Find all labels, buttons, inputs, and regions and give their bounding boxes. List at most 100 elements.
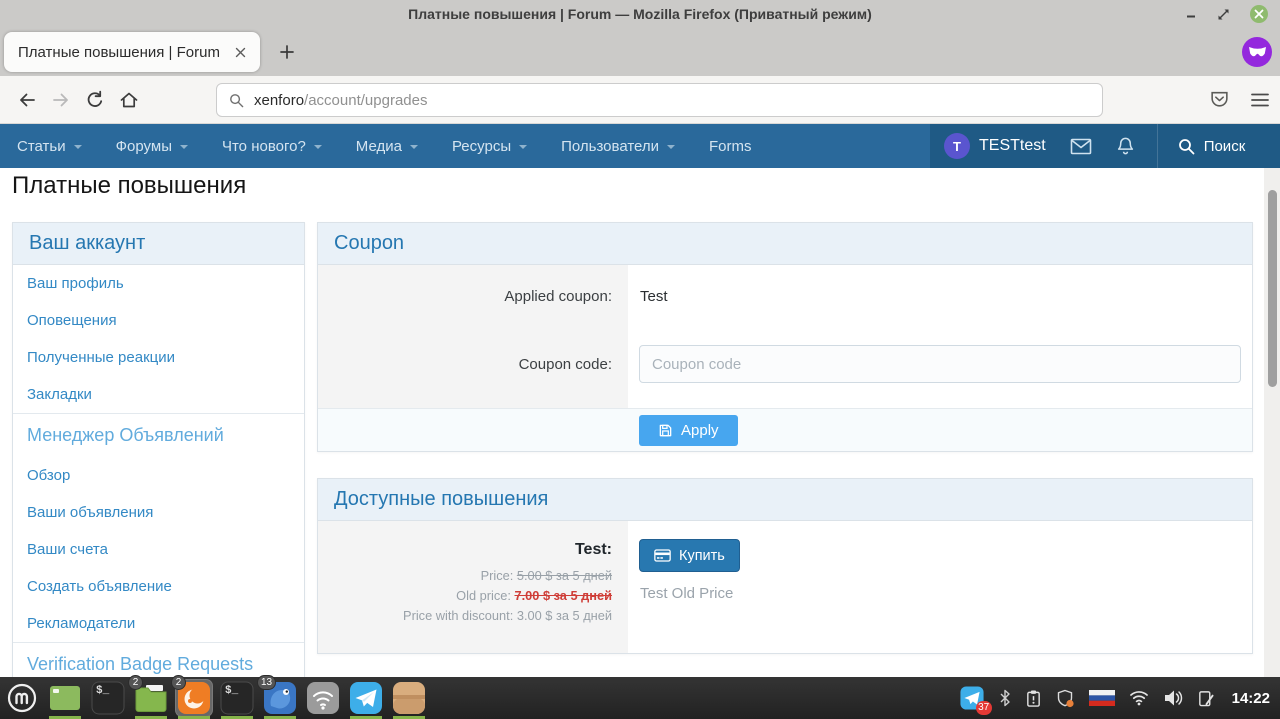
mint-logo-icon [6, 682, 38, 714]
close-icon [1254, 9, 1264, 19]
upgrade-name: Test: [318, 541, 612, 559]
badge: 2 [171, 675, 186, 690]
applied-coupon-value: Test [640, 288, 668, 305]
sidebar-item-your-invoices[interactable]: Ваши счета [13, 531, 304, 568]
sidebar-item-profile[interactable]: Ваш профиль [13, 265, 304, 302]
sidebar-item-advertisers[interactable]: Рекламодатели [13, 605, 304, 642]
nav-item-resources[interactable]: Ресурсы [435, 124, 544, 168]
keyboard-layout-flag[interactable] [1089, 690, 1115, 706]
taskbar-app-chat[interactable]: 13 [262, 680, 298, 716]
taskbar-app-terminal[interactable]: $_ [90, 680, 126, 716]
back-icon [17, 90, 37, 110]
sidebar-item-create-ad[interactable]: Создать объявление [13, 568, 304, 605]
account-sidebar: Ваш аккаунт Ваш профиль Оповещения Получ… [12, 222, 305, 677]
taskbar-app-firefox[interactable]: 2 [176, 680, 212, 716]
security-shield-button[interactable] [1056, 689, 1075, 708]
restore-button[interactable] [1217, 8, 1230, 21]
buy-button[interactable]: Купить [639, 539, 740, 572]
tab-close-button[interactable] [228, 40, 252, 64]
coupon-body: Applied coupon: Test Coupon code: [318, 265, 1252, 408]
menu-button[interactable] [1250, 92, 1270, 108]
nav-item-forms[interactable]: Forms [692, 124, 769, 168]
scrollbar-thumb[interactable] [1268, 190, 1277, 387]
nav-item-media[interactable]: Медиа [339, 124, 435, 168]
forward-button[interactable] [44, 83, 78, 117]
private-browsing-icon [1242, 37, 1272, 67]
forum-navbar: Статьи Форумы Что нового? Медиа Ресурсы … [0, 124, 1280, 168]
alerts-button[interactable] [1116, 136, 1135, 157]
apply-button[interactable]: Apply [639, 415, 738, 446]
russian-flag-icon [1089, 690, 1115, 706]
url-bar[interactable]: xenforo/account/upgrades [216, 83, 1103, 117]
upgrades-block: Доступные повышения Test: Price: 5.00 $ … [317, 478, 1253, 654]
url-text: xenforo/account/upgrades [254, 92, 427, 109]
new-tab-button[interactable] [274, 39, 300, 65]
discount-value: 3.00 $ за 5 дней [517, 608, 612, 623]
sidebar-item-reactions[interactable]: Полученные реакции [13, 339, 304, 376]
coupon-code-input[interactable] [639, 345, 1241, 383]
search-icon [1178, 138, 1195, 155]
speaker-icon [1163, 689, 1183, 707]
sidebar-subheader-verification-badges[interactable]: Verification Badge Requests [13, 642, 304, 677]
wifi-status-button[interactable] [1129, 690, 1149, 706]
sidebar-item-your-ads[interactable]: Ваши объявления [13, 494, 304, 531]
home-button[interactable] [112, 83, 146, 117]
username[interactable]: TESTtest [979, 137, 1046, 155]
chevron-down-icon [410, 145, 418, 149]
taskbar-app-terminal-2[interactable]: $_ [219, 680, 255, 716]
close-button[interactable] [1250, 5, 1268, 23]
screen: Платные повышения | Forum — Mozilla Fire… [0, 0, 1280, 719]
tan-app-icon [391, 680, 427, 716]
green-window-icon [47, 680, 83, 716]
taskbar-app-telegram[interactable] [348, 680, 384, 716]
clipboard-button[interactable] [1025, 689, 1042, 708]
pocket-button[interactable] [1209, 89, 1230, 110]
clipboard-icon [1025, 689, 1042, 708]
coupon-footer: Apply [318, 408, 1252, 451]
discount-label: Price with discount: [403, 608, 513, 623]
search-button[interactable]: Поиск [1157, 124, 1266, 168]
scrollbar-track[interactable] [1264, 168, 1280, 677]
system-tray: 37 14:22 [959, 685, 1280, 711]
window-title: Платные повышения | Forum — Mozilla Fire… [408, 6, 872, 22]
browser-toolbar: xenforo/account/upgrades [0, 76, 1280, 124]
chevron-down-icon [314, 145, 322, 149]
coupon-header: Coupon [318, 223, 1252, 265]
plus-icon [280, 45, 294, 59]
chevron-down-icon [667, 145, 675, 149]
battery-edit-icon [1197, 689, 1214, 708]
sidebar-item-alerts[interactable]: Оповещения [13, 302, 304, 339]
taskbar-app-network[interactable] [305, 680, 341, 716]
price-value: 5.00 $ за 5 дней [517, 568, 612, 583]
inbox-button[interactable] [1070, 138, 1092, 155]
hamburger-icon [1250, 92, 1270, 108]
mint-menu-button[interactable] [4, 680, 40, 716]
taskbar-app-files[interactable]: 2 [133, 680, 169, 716]
telegram-tray-button[interactable]: 37 [959, 685, 985, 711]
taskbar-app-window[interactable] [47, 680, 83, 716]
reload-button[interactable] [78, 83, 112, 117]
volume-button[interactable] [1163, 689, 1183, 707]
nav-item-whats-new[interactable]: Что нового? [205, 124, 339, 168]
page-content: Платные повышения Ваш аккаунт Ваш профил… [0, 168, 1280, 677]
nav-item-members[interactable]: Пользователи [544, 124, 692, 168]
taskbar-app-notes[interactable] [391, 680, 427, 716]
sidebar-subheader-ads-manager[interactable]: Менеджер Объявлений [13, 413, 304, 457]
envelope-icon [1070, 138, 1092, 155]
sidebar-item-bookmarks[interactable]: Закладки [13, 376, 304, 413]
nav-item-forums[interactable]: Форумы [99, 124, 205, 168]
nav-item-articles[interactable]: Статьи [0, 124, 99, 168]
upgrades-header: Доступные повышения [318, 479, 1252, 521]
back-button[interactable] [10, 83, 44, 117]
minimize-button[interactable] [1185, 8, 1197, 20]
pocket-icon [1209, 89, 1230, 110]
chevron-down-icon [519, 145, 527, 149]
upgrade-note: Test Old Price [640, 585, 733, 602]
clock[interactable]: 14:22 [1232, 690, 1270, 707]
sidebar-item-overview[interactable]: Обзор [13, 457, 304, 494]
browser-tab[interactable]: Платные повышения | Forum [4, 32, 260, 72]
bell-icon [1116, 136, 1135, 157]
power-manager-button[interactable] [1197, 689, 1214, 708]
avatar[interactable]: T [944, 133, 970, 159]
bluetooth-button[interactable] [999, 689, 1011, 707]
